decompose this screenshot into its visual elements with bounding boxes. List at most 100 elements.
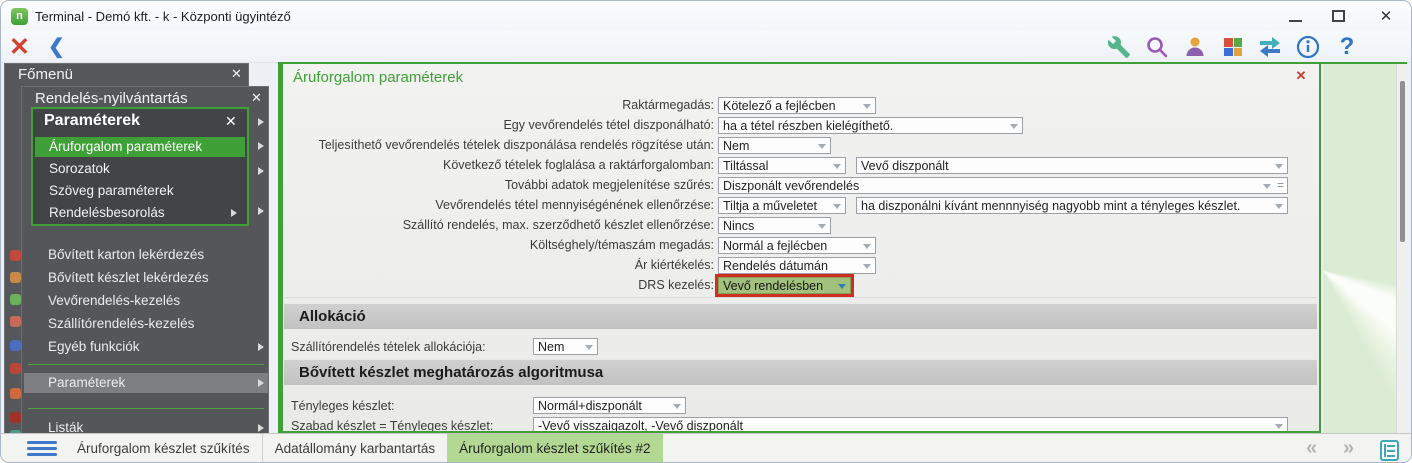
transfer-arrows-icon[interactable]: [1257, 35, 1281, 59]
foglalas-mode-select[interactable]: Tiltással: [718, 157, 846, 174]
section-divider: [285, 297, 1317, 298]
tabs-scroll-left-icon[interactable]: «: [1306, 437, 1317, 460]
chevron-down-icon: [863, 264, 871, 269]
submenu-arrow-icon: [258, 118, 264, 126]
tools-wrench-icon[interactable]: [1107, 35, 1131, 59]
allokacio-select[interactable]: Nem: [533, 338, 598, 355]
menu-item-rendelesbesorolas[interactable]: Rendelésbesorolás: [35, 203, 245, 223]
submenu-arrow-icon: [258, 167, 264, 175]
chevron-down-icon: [863, 104, 871, 109]
menu-icon: [10, 250, 21, 261]
chevron-down-icon: [863, 244, 871, 249]
close-icon[interactable]: ✕: [1377, 7, 1395, 25]
chevron-down-icon: [833, 164, 841, 169]
vertical-scrollbar[interactable]: [1396, 64, 1406, 433]
field-label: Szabad készlet = Tényleges készlet:: [291, 419, 494, 433]
chevron-down-icon: [585, 345, 593, 350]
chevron-down-icon: [1010, 124, 1018, 129]
koltseghely-select[interactable]: Normál a fejlécben: [718, 237, 876, 254]
chevron-down-icon: [1275, 204, 1283, 209]
field-label: Következő tételek foglalása a raktárforg…: [443, 158, 714, 172]
window-list-icon[interactable]: [1380, 440, 1399, 461]
equals-filter-icon[interactable]: =: [1277, 178, 1284, 193]
field-label: Ár kiértékelés:: [634, 258, 714, 272]
bottom-tab-bar: Áruforgalom készlet szűkítés Adatállomán…: [1, 433, 1411, 462]
field-label: További adatok megjelenítése szűrés:: [504, 178, 714, 192]
chevron-down-icon: [673, 404, 681, 409]
window-title: Terminal - Demó kft. - k - Központi ügyi…: [35, 9, 291, 24]
fomenu-close-icon[interactable]: ✕: [231, 66, 242, 82]
search-icon[interactable]: [1145, 35, 1169, 59]
menu-separator: [28, 408, 264, 409]
tabs-scroll-right-icon[interactable]: »: [1343, 437, 1354, 460]
parameters-submenu-title: Paraméterek: [44, 112, 141, 129]
field-label: DRS kezelés:: [638, 278, 714, 292]
app-window: n Terminal - Demó kft. - k - Központi üg…: [0, 0, 1412, 463]
menu-item-aruforgalom-parameterek[interactable]: Áruforgalom paraméterek: [35, 137, 245, 157]
menu-icon: [10, 316, 21, 327]
back-button[interactable]: ❮: [48, 33, 65, 61]
panel-close-icon[interactable]: ✕: [1291, 68, 1311, 85]
mennyiseg-ellenorzes-select[interactable]: Tiltja a műveletet: [718, 197, 846, 214]
exit-button[interactable]: ✕: [9, 32, 30, 62]
menu-hamburger-icon[interactable]: [27, 441, 57, 458]
help-icon[interactable]: ?: [1335, 35, 1359, 59]
tab-aruforgalom-keszlet-szukites[interactable]: Áruforgalom készlet szűkítés: [65, 434, 262, 462]
field-label: Raktármegadás:: [622, 98, 714, 112]
maximize-icon[interactable]: [1332, 10, 1345, 22]
menu-item-vevorendeles[interactable]: Vevőrendelés-kezelés: [24, 291, 268, 311]
tovabbi-adatok-szures-select[interactable]: Diszponált vevőrendelés =: [718, 177, 1288, 194]
submenu-arrow-icon: [231, 209, 237, 217]
mennyiseg-feltetel-select[interactable]: ha diszponálni kívánt mennnyiség nagyobb…: [856, 197, 1288, 214]
section-header-allokacio: Allokáció: [284, 303, 1317, 329]
chevron-down-icon: [818, 224, 826, 229]
title-bar: n Terminal - Demó kft. - k - Központi üg…: [1, 1, 1411, 31]
modules-grid-icon[interactable]: [1221, 35, 1245, 59]
app-logo-icon: n: [11, 8, 28, 25]
submenu-arrow-icon: [258, 343, 264, 351]
menu-item-bovitett-karton[interactable]: Bővített karton lekérdezés: [24, 245, 268, 265]
teljesitheto-diszponalas-select[interactable]: Nem: [718, 137, 831, 154]
szerzodheto-keszlet-select[interactable]: Nincs: [718, 217, 831, 234]
menu-icon: [10, 363, 21, 374]
menu-item-szoveg-parameterek[interactable]: Szöveg paraméterek: [35, 181, 245, 201]
field-label: Szállítórendelés tételek allokációja:: [291, 340, 486, 354]
field-label: Szállító rendelés, max. szerződhető kész…: [402, 218, 714, 232]
orders-menu-title: Rendelés-nyilvántartás: [35, 90, 188, 107]
chevron-down-icon: [838, 284, 846, 289]
menu-icon: [10, 340, 21, 351]
user-icon[interactable]: [1183, 35, 1207, 59]
ar-kiertekeles-select[interactable]: Rendelés dátumán: [718, 257, 876, 274]
parameters-submenu-close-icon[interactable]: ✕: [225, 113, 237, 130]
tab-adatallomany-karbantartas[interactable]: Adatállomány karbantartás: [261, 434, 448, 462]
menu-icon: [10, 412, 21, 423]
menu-icon: [10, 388, 21, 399]
raktarmegadas-select[interactable]: Kötelező a fejlécben: [718, 97, 876, 114]
menu-item-bovitett-keszlet[interactable]: Bővített készlet lekérdezés: [24, 268, 268, 288]
szabad-keszlet-select[interactable]: -Vevő visszaigazolt, -Vevő diszponált: [533, 417, 1288, 431]
scrollbar-thumb[interactable]: [1400, 81, 1405, 242]
tenyleges-keszlet-select[interactable]: Normál+diszponált: [533, 397, 686, 414]
vevorendeles-diszponalhato-select[interactable]: ha a tétel részben kielégíthető.: [718, 117, 1023, 134]
orders-menu-close-icon[interactable]: ✕: [251, 90, 262, 106]
submenu-arrow-icon: [258, 424, 264, 432]
menu-item-sorozatok[interactable]: Sorozatok: [35, 159, 245, 179]
field-label: Teljesíthető vevőrendelés tételek diszpo…: [318, 138, 714, 152]
toolbar: ✕ ❮ ?: [1, 31, 1411, 63]
submenu-arrow-icon: [258, 142, 264, 150]
tab-aruforgalom-keszlet-szukites-2[interactable]: Áruforgalom készlet szűkítés #2: [447, 434, 663, 462]
menu-item-parameterek[interactable]: Paraméterek: [24, 373, 268, 393]
foglalas-target-select[interactable]: Vevő diszponált: [856, 157, 1288, 174]
drs-kezeles-select[interactable]: Vevő rendelésben: [718, 277, 851, 294]
submenu-arrow-icon: [258, 207, 264, 215]
page-title: Áruforgalom paraméterek: [293, 69, 464, 86]
minimize-icon[interactable]: [1289, 20, 1302, 22]
field-label: Vevőrendelés tétel mennyiségénének ellen…: [435, 198, 714, 212]
chevron-down-icon: [1263, 184, 1271, 189]
menu-item-egyeb-funkciok[interactable]: Egyéb funkciók: [24, 337, 268, 357]
decorative-fan-graphic: [1323, 64, 1396, 433]
drs-highlight-box: Vevő rendelésben: [715, 274, 854, 297]
menu-item-szallitorendeles[interactable]: Szállítórendelés-kezelés: [24, 314, 268, 334]
info-icon[interactable]: [1296, 35, 1320, 59]
chevron-down-icon: [833, 204, 841, 209]
